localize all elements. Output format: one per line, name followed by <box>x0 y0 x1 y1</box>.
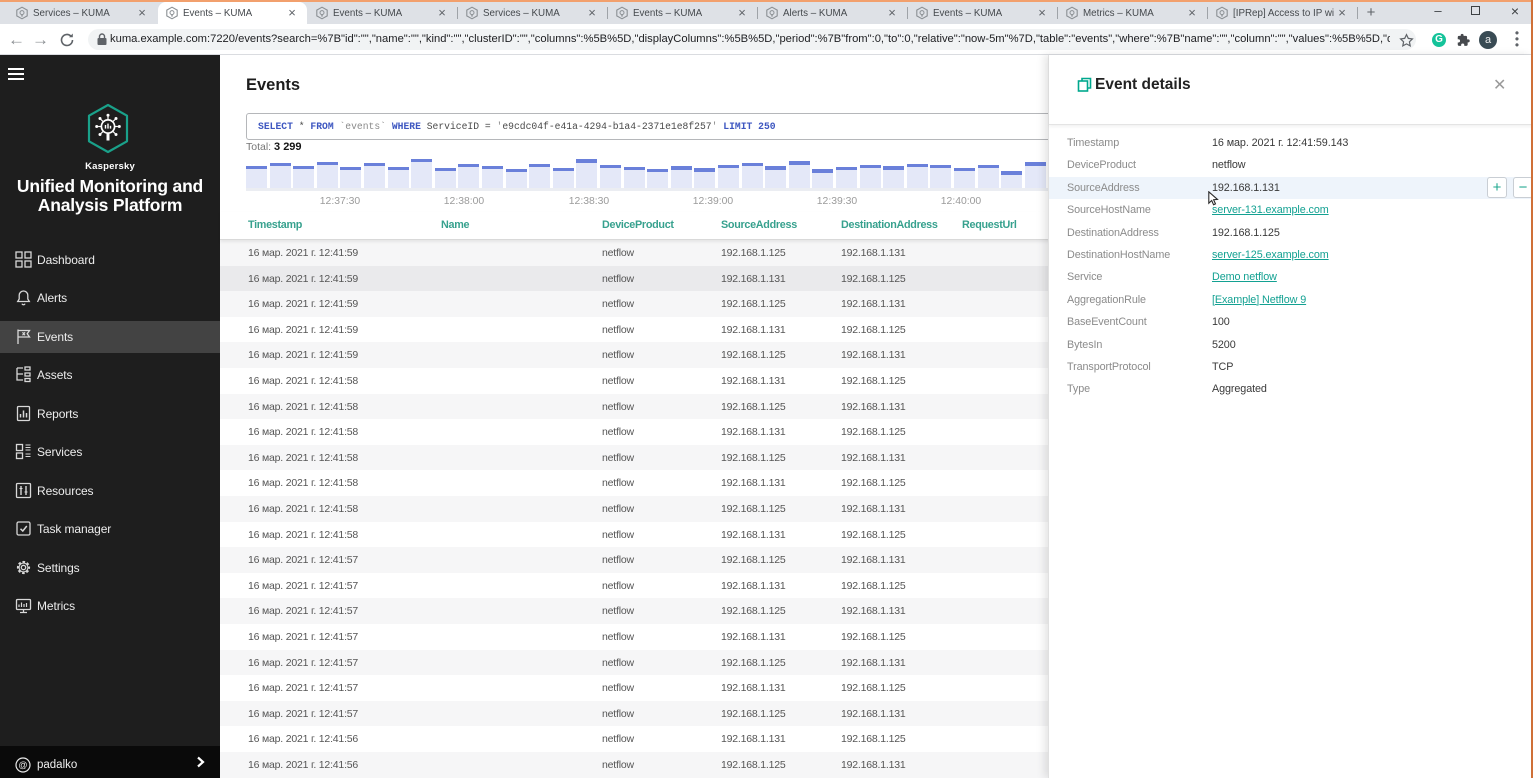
svg-text:@: @ <box>18 760 27 770</box>
